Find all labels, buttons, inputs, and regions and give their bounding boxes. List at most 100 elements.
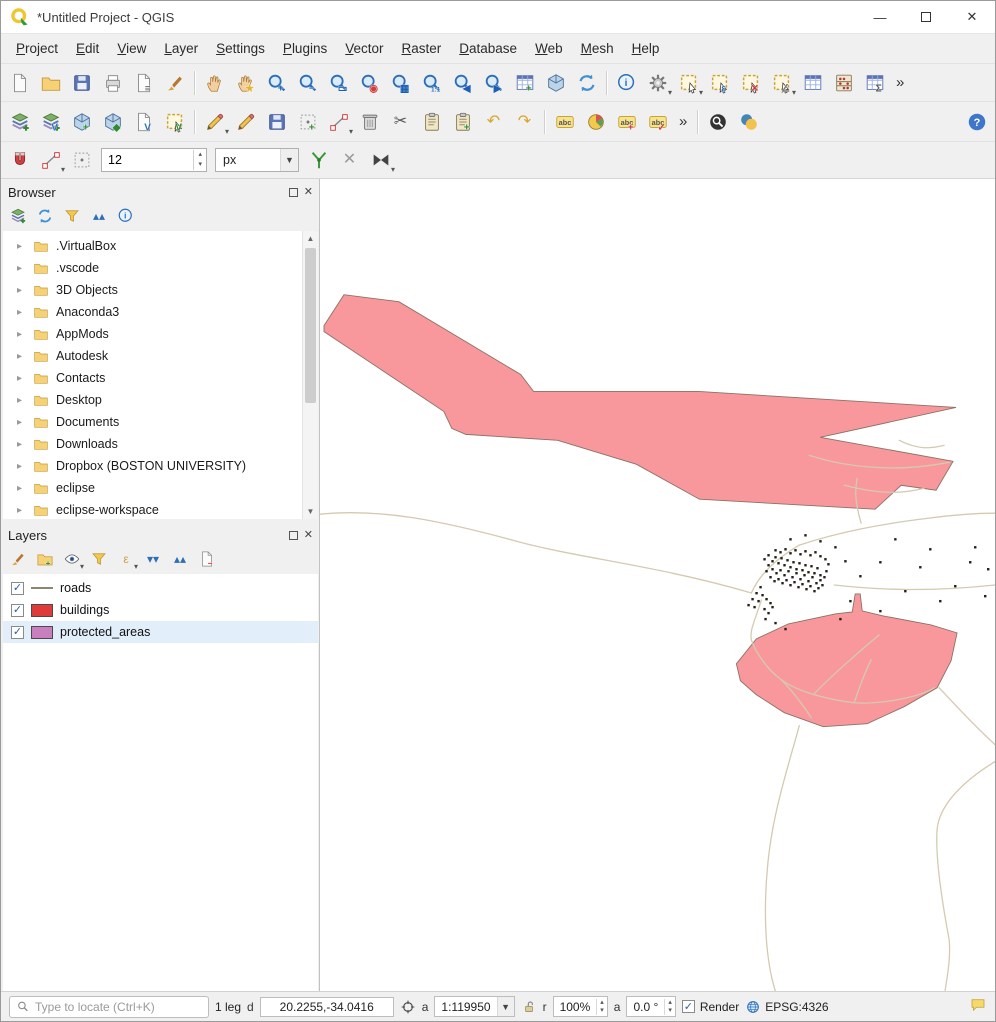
refresh-map-button[interactable] — [571, 69, 602, 97]
filter-expression-button[interactable]: ε▾ — [113, 547, 139, 571]
new-shapefile-layer-button[interactable]: V — [128, 108, 159, 136]
scale-combo[interactable]: 1:119950 ▼ — [434, 996, 514, 1017]
magnifier-spinbox[interactable]: 100% ▴▾ — [553, 996, 608, 1017]
menu-vector[interactable]: Vector — [336, 37, 392, 60]
rotation-spinbox[interactable]: 0.0 ° ▴▾ — [626, 996, 675, 1017]
minimize-button[interactable]: — — [857, 1, 903, 33]
browser-item[interactable]: ▸Desktop — [3, 389, 318, 411]
zoom-last-button[interactable]: ◀ — [447, 69, 478, 97]
zoom-to-selection-button[interactable]: ◉ — [354, 69, 385, 97]
add-group-button[interactable]: + — [32, 547, 58, 571]
snap-tolerance-input[interactable] — [102, 153, 178, 167]
filter-legend-button[interactable] — [86, 547, 112, 571]
layer-visibility-checkbox[interactable] — [11, 626, 24, 639]
zoom-full-button[interactable]: ▭ — [323, 69, 354, 97]
avoid-overlap-button[interactable]: ▾ — [365, 146, 396, 174]
dropdown-arrow-icon[interactable]: ▾ — [225, 127, 229, 136]
expand-arrow-icon[interactable]: ▸ — [17, 329, 33, 340]
expand-arrow-icon[interactable]: ▸ — [17, 417, 33, 428]
dropdown-arrow-icon[interactable]: ▾ — [61, 165, 65, 174]
expand-arrow-icon[interactable]: ▸ — [17, 263, 33, 274]
menu-plugins[interactable]: Plugins — [274, 37, 336, 60]
menu-layer[interactable]: Layer — [155, 37, 207, 60]
add-feature-button[interactable]: + — [292, 108, 323, 136]
scale-combo-arrow-icon[interactable]: ▼ — [497, 997, 514, 1016]
deselect-features-button[interactable]: ✕ — [735, 69, 766, 97]
scrollbar-thumb[interactable] — [305, 248, 316, 403]
zoom-next-button[interactable]: ▶ — [478, 69, 509, 97]
menu-settings[interactable]: Settings — [207, 37, 274, 60]
browser-item[interactable]: ▸eclipse — [3, 477, 318, 499]
layer-labeling-button[interactable] — [549, 108, 580, 136]
help-button[interactable] — [961, 108, 992, 136]
collapse-all-button[interactable]: ▴▴ — [167, 547, 193, 571]
identify-features-button[interactable] — [611, 69, 642, 97]
highlight-pinned-labels-button[interactable]: ✓ — [642, 108, 673, 136]
expand-arrow-icon[interactable]: ▸ — [17, 307, 33, 318]
browser-scrollbar[interactable]: ▲ ▼ — [302, 231, 318, 519]
zoom-to-layer-button[interactable]: ▦ — [385, 69, 416, 97]
paste-features-button[interactable]: + — [447, 108, 478, 136]
open-layer-styling-button[interactable] — [5, 547, 31, 571]
browser-item[interactable]: ▸3D Objects — [3, 279, 318, 301]
extents-toggle-icon[interactable] — [400, 999, 416, 1015]
menu-project[interactable]: Project — [7, 37, 67, 60]
dropdown-arrow-icon[interactable]: ▾ — [349, 127, 353, 136]
layer-item-roads[interactable]: roads — [3, 577, 318, 599]
measure-line-button[interactable]: ∠▾ — [766, 69, 797, 97]
menu-web[interactable]: Web — [526, 37, 572, 60]
expand-arrow-icon[interactable]: ▸ — [17, 461, 33, 472]
scroll-up-icon[interactable]: ▲ — [303, 231, 318, 246]
snap-units-combo[interactable]: px ▼ — [215, 148, 299, 172]
open-attribute-table-button[interactable] — [797, 69, 828, 97]
manage-map-themes-button[interactable]: ▾ — [59, 547, 85, 571]
spinner-arrows[interactable]: ▴▾ — [193, 150, 206, 170]
add-vector-layer-button[interactable]: V — [35, 108, 66, 136]
run-feature-action-button[interactable]: ▾ — [642, 69, 673, 97]
dropdown-arrow-icon[interactable]: ▾ — [134, 562, 138, 571]
dropdown-arrow-icon[interactable]: ▾ — [391, 165, 395, 174]
data-source-manager-button[interactable] — [4, 108, 35, 136]
undo-button[interactable]: ↶ — [478, 108, 509, 136]
menu-database[interactable]: Database — [450, 37, 526, 60]
browser-item[interactable]: ▸Documents — [3, 411, 318, 433]
add-raster-layer-button[interactable]: + — [66, 108, 97, 136]
select-features-button[interactable]: ▾ — [673, 69, 704, 97]
spin-up-icon[interactable]: ▴ — [665, 999, 675, 1007]
current-edits-button[interactable]: ▾ — [199, 108, 230, 136]
expand-arrow-icon[interactable]: ▸ — [17, 351, 33, 362]
layers-close-button[interactable]: ✕ — [304, 530, 313, 541]
spin-down-icon[interactable]: ▾ — [665, 1007, 675, 1015]
expand-arrow-icon[interactable]: ▸ — [17, 395, 33, 406]
select-by-expression-button[interactable]: ε — [704, 69, 735, 97]
browser-refresh-button[interactable] — [32, 204, 58, 228]
lock-scale-icon[interactable] — [521, 999, 537, 1015]
statistical-summary-button[interactable]: Σ — [859, 69, 890, 97]
redo-button[interactable]: ↷ — [509, 108, 540, 136]
menu-view[interactable]: View — [108, 37, 155, 60]
pan-map-button[interactable] — [199, 69, 230, 97]
new-virtual-layer-button[interactable]: V — [159, 108, 190, 136]
pin-labels-button[interactable]: + — [611, 108, 642, 136]
browser-float-button[interactable] — [289, 188, 298, 197]
close-button[interactable]: ✕ — [949, 1, 995, 33]
layers-float-button[interactable] — [289, 531, 298, 540]
topological-editing-button[interactable] — [303, 146, 334, 174]
field-calculator-button[interactable] — [828, 69, 859, 97]
enable-snapping-button[interactable] — [4, 146, 35, 174]
expand-arrow-icon[interactable]: ▸ — [17, 505, 33, 516]
browser-item[interactable]: ▸AppMods — [3, 323, 318, 345]
new-project-button[interactable] — [4, 69, 35, 97]
style-manager-button[interactable] — [159, 69, 190, 97]
dropdown-arrow-icon[interactable]: ▾ — [792, 88, 796, 97]
expand-arrow-icon[interactable]: ▸ — [17, 241, 33, 252]
magnifier-spinner-arrows[interactable]: ▴▾ — [596, 999, 607, 1015]
layer-visibility-checkbox[interactable] — [11, 582, 24, 595]
pan-to-selection-button[interactable]: ★ — [230, 69, 261, 97]
maximize-button[interactable] — [903, 1, 949, 33]
browser-add-layers-button[interactable] — [5, 204, 31, 228]
toolbar1-overflow-button[interactable]: » — [890, 74, 910, 91]
browser-close-button[interactable]: ✕ — [304, 187, 313, 198]
browser-item[interactable]: ▸Contacts — [3, 367, 318, 389]
expand-arrow-icon[interactable]: ▸ — [17, 373, 33, 384]
